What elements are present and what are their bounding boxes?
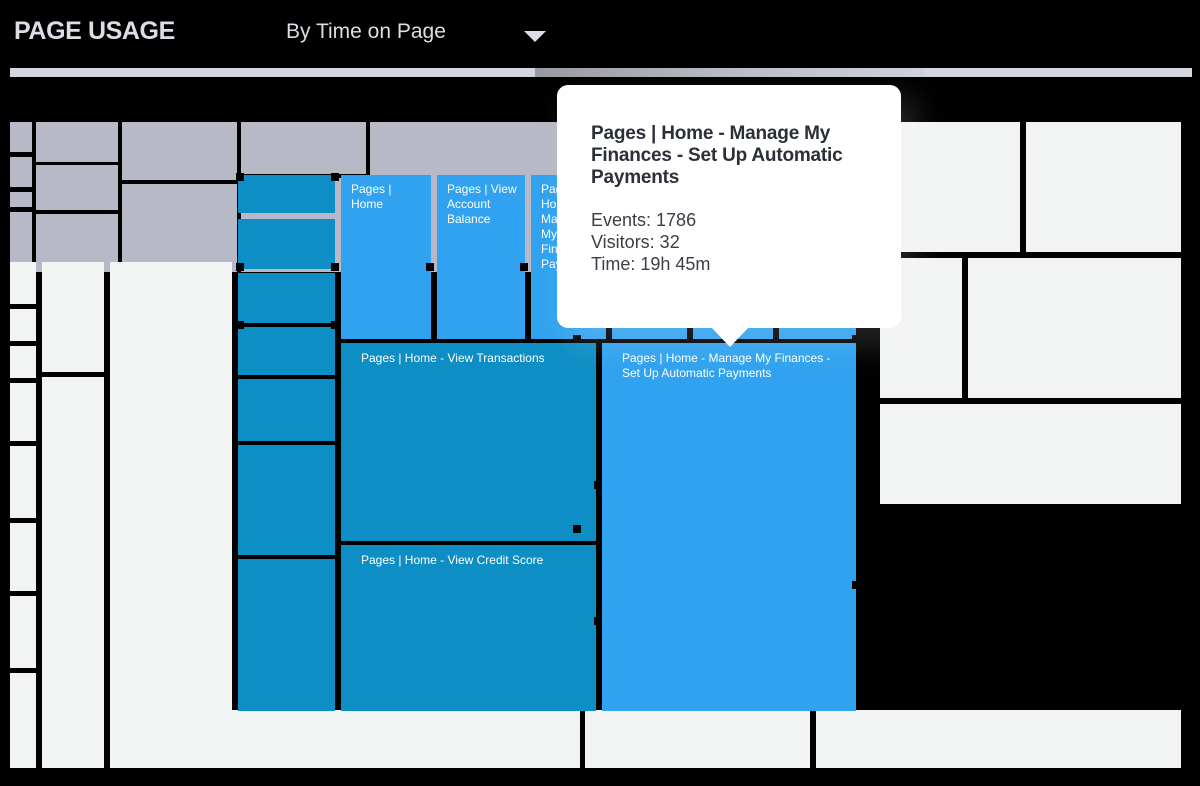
tooltip-arrow [711, 327, 749, 347]
treemap-tile[interactable] [10, 122, 32, 152]
tooltip-time: Time: 19h 45m [591, 254, 711, 274]
treemap-tile[interactable] [42, 377, 104, 768]
page-usage-treemap-app: PAGE USAGE By Time on Page Pages | Home P… [0, 0, 1200, 786]
metric-dropdown-label: By Time on Page [286, 20, 446, 43]
treemap-tile[interactable] [42, 262, 104, 372]
treemap-tile-label: Pages | Home - View Transactions [361, 351, 545, 365]
selection-handle[interactable] [573, 525, 581, 533]
treemap-tile[interactable] [238, 175, 335, 213]
treemap-tile[interactable] [10, 523, 36, 591]
selection-handle[interactable] [331, 173, 339, 181]
treemap-tile[interactable] [10, 346, 36, 378]
treemap-tile[interactable] [10, 262, 36, 304]
header-bar: PAGE USAGE By Time on Page [0, 0, 1200, 68]
treemap-tile[interactable] [238, 445, 335, 555]
treemap-tile[interactable] [36, 165, 118, 210]
treemap-tile-label: Pages | View Account Balance [447, 182, 517, 226]
tooltip-title: Pages | Home - Manage My Finances - Set … [591, 123, 843, 188]
metric-dropdown[interactable]: By Time on Page [286, 20, 556, 50]
treemap-tile[interactable]: Pages | Home - View Credit Score [341, 545, 596, 711]
treemap-tile[interactable] [122, 122, 237, 180]
treemap-tile[interactable]: Pages | Home - View Transactions [341, 343, 596, 541]
treemap-tile[interactable] [238, 327, 335, 375]
tooltip-stats: Events: 1786 Visitors: 32 Time: 19h 45m [591, 209, 867, 275]
treemap-tile[interactable] [10, 446, 36, 518]
treemap-tile[interactable] [968, 258, 1181, 398]
treemap-tile[interactable] [10, 383, 36, 441]
treemap-tile[interactable]: Pages | View Account Balance [437, 175, 525, 339]
treemap-tile[interactable] [10, 596, 36, 668]
treemap-tile[interactable] [10, 192, 32, 207]
treemap-tile-label: Pages | Home - View Credit Score [361, 553, 544, 567]
treemap-tile-label: Pages | Home [351, 182, 392, 211]
page-title: PAGE USAGE [14, 17, 175, 45]
selection-handle[interactable] [331, 263, 339, 271]
selection-handle[interactable] [426, 263, 434, 271]
treemap-tile[interactable] [122, 184, 237, 272]
selection-handle[interactable] [594, 481, 602, 489]
treemap-tile[interactable]: Pages | Home [341, 175, 431, 339]
treemap-tile[interactable] [10, 157, 32, 187]
treemap-tile[interactable] [110, 710, 580, 768]
treemap-tile[interactable] [238, 219, 335, 269]
treemap-tile[interactable] [1026, 122, 1181, 252]
treemap-tile[interactable] [110, 262, 232, 768]
chevron-down-icon [524, 31, 546, 42]
treemap-tile[interactable] [10, 673, 36, 768]
tooltip-events: Events: 1786 [591, 210, 697, 230]
treemap-tile[interactable] [241, 122, 366, 174]
treemap-tile-label: Pages | Home - Manage My Finances - Set … [622, 351, 831, 380]
treemap-tile[interactable] [36, 122, 118, 162]
treemap-tile[interactable] [238, 379, 335, 441]
treemap-tile[interactable] [10, 309, 36, 341]
selection-handle[interactable] [331, 321, 339, 329]
treemap-tile[interactable] [880, 404, 1181, 504]
selection-handle[interactable] [236, 321, 244, 329]
selection-handle[interactable] [236, 263, 244, 271]
selection-handle[interactable] [236, 173, 244, 181]
tooltip-visitors: Visitors: 32 [591, 232, 680, 252]
header-divider [10, 68, 1192, 77]
treemap-tile[interactable] [238, 559, 335, 711]
tooltip-popover: Pages | Home - Manage My Finances - Set … [557, 85, 901, 328]
treemap-tile[interactable] [238, 273, 335, 323]
selection-handle[interactable] [852, 581, 860, 589]
treemap-tile[interactable] [585, 710, 810, 768]
selection-handle[interactable] [594, 617, 602, 625]
selection-handle[interactable] [520, 263, 528, 271]
treemap-tile[interactable]: Pages | Home - Manage My Finances - Set … [602, 343, 856, 711]
treemap-tile[interactable] [816, 710, 1181, 768]
